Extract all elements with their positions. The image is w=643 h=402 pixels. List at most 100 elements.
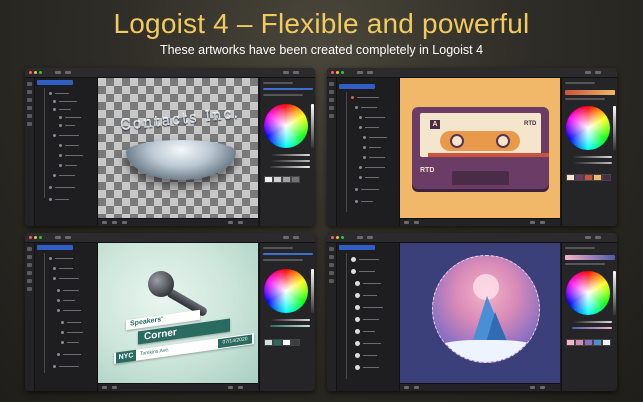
canvas[interactable]: Contacts Inc. xyxy=(98,78,258,218)
color-swatch[interactable] xyxy=(584,174,593,181)
layer-thumb[interactable] xyxy=(355,329,360,334)
tint-slider[interactable] xyxy=(270,325,310,327)
minimize-icon[interactable] xyxy=(336,236,339,239)
layer-node[interactable] xyxy=(49,92,52,95)
tab-selector[interactable] xyxy=(263,88,313,90)
layer-row[interactable] xyxy=(363,283,381,284)
color-swatch[interactable] xyxy=(291,176,300,183)
minimize-icon[interactable] xyxy=(34,236,37,239)
layer-thumb[interactable] xyxy=(355,293,360,298)
layer-thumb[interactable] xyxy=(355,281,360,286)
brightness-slider[interactable] xyxy=(311,269,314,313)
zoom-out-icon[interactable] xyxy=(530,386,535,389)
zoom-out-icon[interactable] xyxy=(530,221,535,224)
layer-row[interactable] xyxy=(67,322,81,323)
close-icon[interactable] xyxy=(29,236,32,239)
toolbar-icon[interactable] xyxy=(65,71,71,74)
layer-thumb[interactable] xyxy=(355,365,360,370)
canvas[interactable] xyxy=(400,243,560,383)
layer-node[interactable] xyxy=(359,166,362,169)
layer-node[interactable] xyxy=(57,299,60,302)
snap-icon[interactable] xyxy=(112,221,117,224)
layer-row[interactable] xyxy=(63,300,75,301)
brightness-slider[interactable] xyxy=(311,104,314,148)
layer-node[interactable] xyxy=(53,100,56,103)
select-tool-icon[interactable] xyxy=(329,247,334,251)
layer-row[interactable] xyxy=(363,355,377,356)
pen-tool-icon[interactable] xyxy=(329,271,334,275)
text-tool-icon[interactable] xyxy=(329,263,334,267)
image-tool-icon[interactable] xyxy=(329,279,334,283)
color-swatch[interactable] xyxy=(575,339,584,346)
layer-node[interactable] xyxy=(355,200,358,203)
color-swatch[interactable] xyxy=(566,339,575,346)
layer-node[interactable] xyxy=(359,176,362,179)
layer-node[interactable] xyxy=(53,174,56,177)
select-tool-icon[interactable] xyxy=(27,247,32,251)
layer-row[interactable] xyxy=(59,101,77,102)
alpha-slider[interactable] xyxy=(270,166,310,168)
grid-icon[interactable] xyxy=(404,386,409,389)
color-wheel[interactable] xyxy=(264,104,308,148)
layer-row[interactable] xyxy=(361,201,373,202)
color-swatch[interactable] xyxy=(602,174,611,181)
image-tool-icon[interactable] xyxy=(27,114,32,118)
layer-row[interactable] xyxy=(55,199,69,200)
shape-tool-icon[interactable] xyxy=(27,255,32,259)
layer-node[interactable] xyxy=(49,198,52,201)
layer-node[interactable] xyxy=(49,257,52,260)
opacity-slider[interactable] xyxy=(572,321,612,323)
shape-tool-icon[interactable] xyxy=(27,90,32,94)
text-tool-icon[interactable] xyxy=(329,98,334,102)
layer-row[interactable] xyxy=(67,332,83,333)
layer-node[interactable] xyxy=(355,188,358,191)
toolbar-icon[interactable] xyxy=(357,71,363,74)
image-tool-icon[interactable] xyxy=(27,279,32,283)
color-swatch[interactable] xyxy=(593,174,602,181)
layer-row[interactable] xyxy=(65,165,77,166)
layer-selected[interactable] xyxy=(37,245,73,250)
layer-node[interactable] xyxy=(59,164,62,167)
layer-row[interactable] xyxy=(59,135,79,136)
layer-row[interactable] xyxy=(359,259,379,260)
layer-row[interactable] xyxy=(65,155,83,156)
layer-node[interactable] xyxy=(53,267,56,270)
layer-row[interactable] xyxy=(363,367,379,368)
color-swatch[interactable] xyxy=(282,339,291,346)
layer-node[interactable] xyxy=(59,154,62,157)
toolbar-icon[interactable] xyxy=(55,71,61,74)
opacity-slider[interactable] xyxy=(270,154,310,156)
color-swatch[interactable] xyxy=(264,176,273,183)
layer-node[interactable] xyxy=(59,116,62,119)
tab-selector[interactable] xyxy=(263,253,313,255)
layer-selected[interactable] xyxy=(37,80,73,85)
toolbar-icon[interactable] xyxy=(293,236,299,239)
layer-row[interactable] xyxy=(359,271,375,272)
layer-thumb[interactable] xyxy=(355,341,360,346)
color-swatch[interactable] xyxy=(602,339,611,346)
layer-row[interactable] xyxy=(63,354,81,355)
layer-node[interactable] xyxy=(61,341,64,344)
color-swatch[interactable] xyxy=(282,176,291,183)
zoom-in-icon[interactable] xyxy=(238,221,243,224)
zoom-out-icon[interactable] xyxy=(228,221,233,224)
grid-icon[interactable] xyxy=(102,221,107,224)
layer-row[interactable] xyxy=(63,310,81,311)
layer-row[interactable] xyxy=(55,93,69,94)
tint-slider[interactable] xyxy=(572,162,612,164)
layer-thumb[interactable] xyxy=(355,305,360,310)
grid-icon[interactable] xyxy=(102,386,107,389)
layer-row[interactable] xyxy=(67,342,79,343)
layer-row[interactable] xyxy=(65,125,75,126)
layer-node[interactable] xyxy=(53,365,56,368)
color-swatch[interactable] xyxy=(575,174,584,181)
pen-tool-icon[interactable] xyxy=(27,106,32,110)
tint-slider[interactable] xyxy=(572,327,612,329)
layer-row[interactable] xyxy=(357,97,379,98)
layer-node[interactable] xyxy=(363,136,366,139)
effect-tool-icon[interactable] xyxy=(27,122,32,126)
layer-row[interactable] xyxy=(59,109,71,110)
color-swatch[interactable] xyxy=(584,339,593,346)
layer-row[interactable] xyxy=(365,117,385,118)
select-tool-icon[interactable] xyxy=(329,82,334,86)
